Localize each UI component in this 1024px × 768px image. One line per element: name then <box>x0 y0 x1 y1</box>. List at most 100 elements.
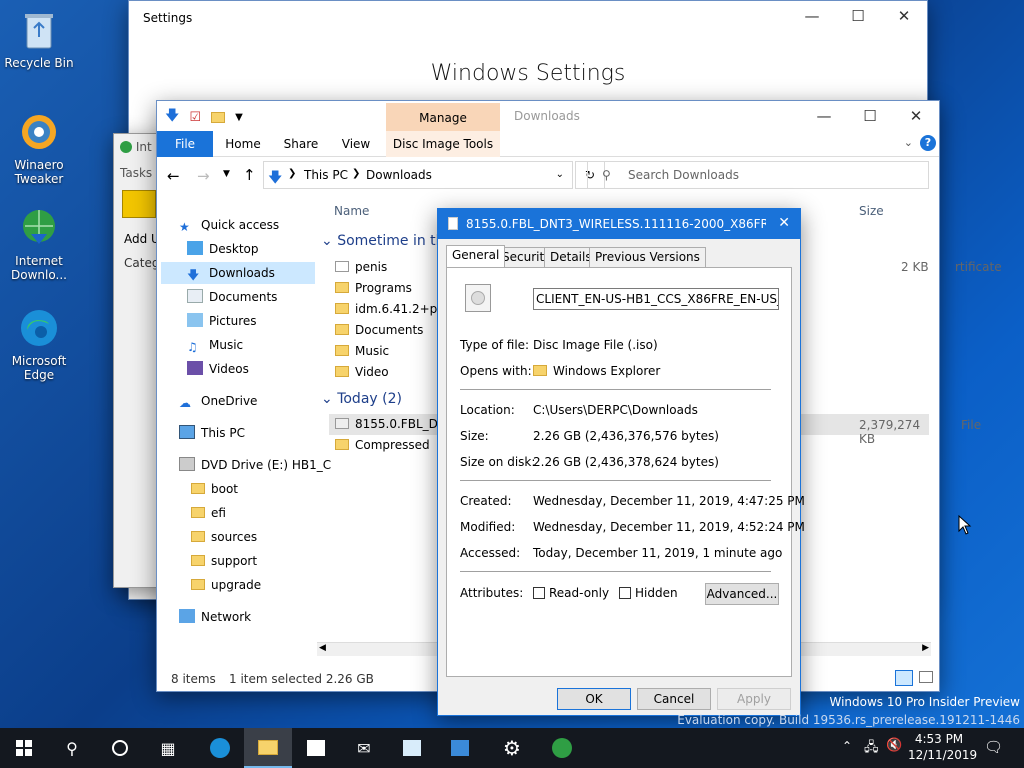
close-icon[interactable]: ✕ <box>893 101 939 131</box>
desktop-icon-winaero-tweaker[interactable]: Winaero Tweaker <box>3 110 75 186</box>
tab-file[interactable]: File <box>157 131 213 157</box>
back-icon[interactable]: ← <box>167 167 180 185</box>
list-item[interactable]: Compressed <box>335 435 430 456</box>
address-input[interactable]: 🡇 ❯ This PC ❯ Downloads ⌄ <box>263 161 573 189</box>
filename-input[interactable]: CLIENT_EN-US-HB1_CCS_X86FRE_EN-US_DV5 <box>533 288 779 310</box>
nav-desktop[interactable]: Desktop <box>187 238 259 260</box>
dvd-drive-icon <box>179 457 195 471</box>
nav-documents[interactable]: Documents <box>187 286 277 308</box>
tab-view[interactable]: View <box>333 131 379 157</box>
apply-button[interactable]: Apply <box>717 688 791 710</box>
minimize-icon[interactable]: — <box>801 101 847 131</box>
nav-quick-access[interactable]: ★ Quick access <box>179 214 279 236</box>
desktop-icon-internet-download-manager[interactable]: Internet Downlo... <box>3 206 75 282</box>
breadcrumb-downloads[interactable]: Downloads <box>366 168 432 182</box>
volume-muted-icon[interactable]: 🔇 <box>886 738 902 753</box>
cortana-button[interactable] <box>96 728 144 768</box>
start-button[interactable] <box>0 728 48 768</box>
list-item[interactable]: Music <box>335 341 389 362</box>
nav-this-pc[interactable]: This PC <box>179 422 245 444</box>
scroll-left-icon[interactable]: ◀ <box>319 643 326 653</box>
manage-contextual-tab[interactable]: Manage <box>386 103 500 131</box>
list-item[interactable]: Documents <box>335 320 423 341</box>
search-input[interactable]: ⚲ Search Downloads <box>587 161 929 189</box>
readonly-checkbox[interactable]: Read-only <box>533 586 609 600</box>
list-item[interactable]: penis <box>335 257 387 278</box>
nav-music[interactable]: ♫ Music <box>187 334 243 356</box>
nav-boot[interactable]: boot <box>191 478 238 500</box>
properties-dialog[interactable]: 8155.0.FBL_DNT3_WIRELESS.111116-2000_X86… <box>437 208 805 716</box>
task-view-button[interactable]: ▦ <box>144 728 192 768</box>
nav-support[interactable]: support <box>191 550 257 572</box>
taskbar-settings[interactable]: ⚙ <box>488 728 536 768</box>
close-icon[interactable]: ✕ <box>778 215 790 231</box>
tab-general[interactable]: General <box>446 245 506 267</box>
details-view-icon[interactable] <box>895 670 913 686</box>
tab-share[interactable]: Share <box>277 131 325 157</box>
recent-locations-icon[interactable]: ▼ <box>223 169 230 179</box>
taskbar-app-2[interactable] <box>436 728 484 768</box>
tab-previous-versions[interactable]: Previous Versions <box>589 247 706 267</box>
taskbar-idm[interactable] <box>538 728 586 768</box>
column-name[interactable]: Name <box>334 204 369 218</box>
nav-downloads[interactable]: 🡇 Downloads <box>161 262 315 284</box>
cancel-button[interactable]: Cancel <box>637 688 711 710</box>
nav-dvd-drive[interactable]: DVD Drive (E:) HB1_C <box>179 454 331 476</box>
new-folder-icon[interactable] <box>211 111 226 123</box>
tab-home[interactable]: Home <box>219 131 267 157</box>
nav-upgrade[interactable]: upgrade <box>191 574 261 596</box>
customize-toolbar-icon[interactable]: ▼ <box>235 112 243 123</box>
ok-button[interactable]: OK <box>557 688 631 710</box>
chevron-up-icon[interactable]: ⌃ <box>842 739 852 753</box>
forward-icon[interactable]: → <box>197 167 210 185</box>
tab-disc-image-tools[interactable]: Disc Image Tools <box>386 131 500 157</box>
close-icon[interactable]: ✕ <box>881 1 927 31</box>
properties-check-icon[interactable]: ☑ <box>189 110 201 125</box>
nav-efi[interactable]: efi <box>191 502 226 524</box>
notification-icon[interactable]: 🗨 <box>984 738 1003 756</box>
taskbar-file-explorer[interactable] <box>244 728 292 768</box>
nav-videos[interactable]: Videos <box>187 358 249 380</box>
desktop-icon-microsoft-edge[interactable]: Microsoft Edge <box>3 306 75 382</box>
folder-icon <box>258 739 278 755</box>
taskbar-edge[interactable] <box>196 728 244 768</box>
divider <box>460 389 771 390</box>
folder-icon <box>533 365 547 376</box>
desktop-icon-recycle-bin[interactable]: Recycle Bin <box>3 8 75 70</box>
taskbar-mail[interactable]: ✉ <box>340 728 388 768</box>
column-size[interactable]: Size <box>859 204 884 218</box>
network-icon[interactable]: 🖧 <box>864 738 879 760</box>
folder-icon <box>191 483 205 494</box>
search-button[interactable]: ⚲ <box>48 728 96 768</box>
nav-network[interactable]: Network <box>179 606 251 628</box>
large-icons-view-icon[interactable] <box>919 671 933 683</box>
list-item[interactable]: Programs <box>335 278 412 299</box>
taskbar-app-1[interactable] <box>388 728 436 768</box>
minimize-icon[interactable]: — <box>789 1 835 31</box>
scroll-right-icon[interactable]: ▶ <box>922 643 929 653</box>
checkbox-icon <box>619 587 631 599</box>
hidden-checkbox[interactable]: Hidden <box>619 586 678 600</box>
download-arrow-icon[interactable]: 🡇 <box>165 105 179 129</box>
nav-pictures[interactable]: Pictures <box>187 310 257 332</box>
idm-add-url-icon[interactable] <box>122 190 156 218</box>
taskbar-store[interactable] <box>292 728 340 768</box>
nav-onedrive[interactable]: ☁ OneDrive <box>179 390 257 412</box>
download-arrow-icon: 🡇 <box>187 268 200 282</box>
address-dropdown-icon[interactable]: ⌄ <box>556 169 564 180</box>
advanced-button[interactable]: Advanced... <box>705 583 779 605</box>
location-value: C:\Users\DERPC\Downloads <box>533 403 698 417</box>
idm-tasks-menu[interactable]: Tasks <box>120 166 152 180</box>
group-header-today[interactable]: ⌄ Today (2) <box>321 391 402 407</box>
maximize-icon[interactable]: ☐ <box>835 1 881 31</box>
list-item[interactable]: Video <box>335 362 389 383</box>
clock[interactable]: 4:53 PM 12/11/2019 <box>908 731 977 763</box>
breadcrumb-this-pc[interactable]: This PC <box>304 168 348 182</box>
group-header-sometime[interactable]: ⌄ Sometime in th <box>321 233 445 249</box>
maximize-icon[interactable]: ☐ <box>847 101 893 131</box>
ribbon-expand-icon[interactable]: ⌄ <box>904 136 913 149</box>
nav-sources[interactable]: sources <box>191 526 257 548</box>
location-label: Location: <box>460 403 515 417</box>
up-icon[interactable]: ↑ <box>243 166 256 184</box>
help-icon[interactable]: ? <box>920 135 936 151</box>
